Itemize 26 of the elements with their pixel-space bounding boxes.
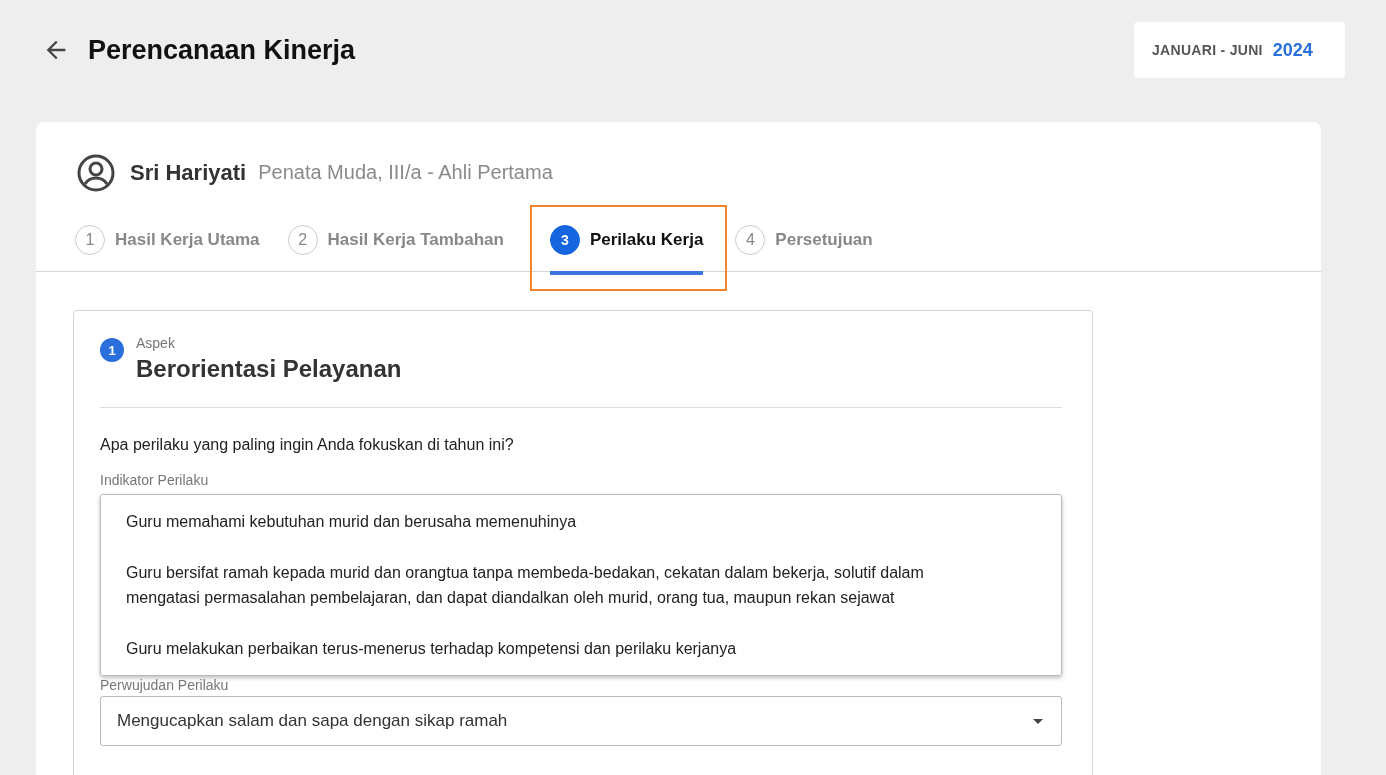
step-tab[interactable]: 4 Persetujuan	[735, 223, 873, 275]
employee-name: Sri Hariyati	[130, 159, 247, 186]
step-label: Persetujuan	[775, 230, 873, 250]
step-label: Hasil Kerja Utama	[115, 230, 260, 250]
menu-option[interactable]: Guru melakukan perbaikan terus-menerus terhadap kompetensi dan perilaku kerjanya	[101, 636, 1061, 661]
step-tab[interactable]: 2 Hasil Kerja Tambahan	[287, 223, 504, 275]
step-label: Perilaku Kerja	[589, 230, 704, 250]
aspect-title: Berorientasi Pelayanan	[136, 355, 402, 383]
dropdown-caret-icon	[1033, 718, 1043, 724]
aspect-caption: Aspek	[136, 335, 176, 351]
select-field[interactable]: Mengucapkan salam dan sapa dengan sikap ramah	[100, 696, 1062, 746]
question-text: Apa perilaku yang paling ingin Anda fokuskan di tahun ini?	[100, 436, 515, 454]
page-title: Perencanaan Kinerja	[88, 34, 356, 66]
menu-option[interactable]: Guru memahami kebutuhan murid dan berusaha memenuhinya	[101, 509, 1061, 534]
aspect-number: 1	[100, 338, 124, 362]
step-label: Hasil Kerja Tambahan	[327, 230, 504, 250]
period-year: 2024	[1272, 39, 1313, 61]
field-label: Indikator Perilaku	[100, 472, 210, 488]
menu-option[interactable]: Guru bersifat ramah kepada murid dan orangtua tanpa membeda-bedakan, cekatan dalam bekerja, solutif dalam mengatasi permasalahan pembelajaran, dan dapat diandalkan oleh murid, orang tua, maupun rekan sejawat	[101, 560, 1061, 610]
step-tab[interactable]: 3 Perilaku Kerja	[549, 223, 704, 275]
user-avatar-icon	[76, 152, 116, 193]
step-tab[interactable]: 1 Hasil Kerja Utama	[75, 223, 260, 275]
period-range: JANUARI - JUNI	[1152, 42, 1263, 58]
field-label: Perwujudan Perilaku	[100, 677, 230, 693]
step-number: 3	[549, 225, 580, 255]
employee-position: Penata Muda, III/a - Ahli Pertama	[258, 161, 553, 184]
